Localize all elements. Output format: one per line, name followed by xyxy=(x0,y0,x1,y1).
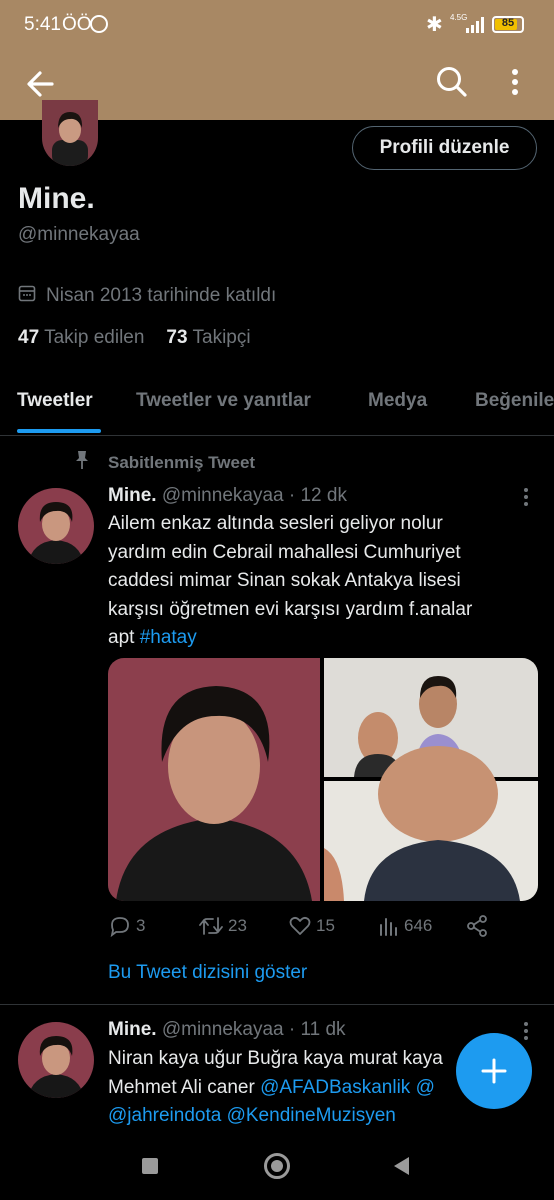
whatsapp-icon xyxy=(90,15,108,33)
tweet-divider xyxy=(0,1004,554,1005)
followers-label: Takipçi xyxy=(192,327,251,348)
retweet-icon xyxy=(199,917,223,935)
retweet-count: 23 xyxy=(228,916,247,935)
tweet-text-end: apt xyxy=(108,627,140,648)
mention-link[interactable]: @AFADBaskanlik @ xyxy=(260,1077,435,1098)
followers-link[interactable]: 73 Takipçi xyxy=(166,327,250,348)
reply-icon xyxy=(110,917,129,938)
tweet-author-avatar[interactable] xyxy=(18,1022,94,1098)
joined-date: Nisan 2013 tarihinde katıldı xyxy=(18,284,276,308)
tweet-text-line: Ailem enkaz altında sesleri geliyor nolu… xyxy=(108,513,443,534)
tweet-text-line: yardım edin Cebrail mahallesi Cumhuriyet xyxy=(108,541,461,563)
more-vertical-icon[interactable] xyxy=(500,62,530,102)
search-icon[interactable] xyxy=(432,62,472,102)
views-button[interactable]: 646 xyxy=(378,914,432,938)
like-count: 15 xyxy=(316,916,335,935)
tweet-text-part: Mehmet Ali caner xyxy=(108,1076,261,1098)
signal-icon xyxy=(466,17,486,33)
pinned-label-text: Sabitlenmiş Tweet xyxy=(108,452,256,472)
back-nav-icon[interactable] xyxy=(392,1156,410,1181)
retweet-button[interactable]: 23 xyxy=(198,914,247,938)
heart-icon xyxy=(289,916,311,935)
follow-stats: 47 Takip edilen 73 Takipçi xyxy=(18,327,251,349)
tweet-actions: 3 23 15 646 xyxy=(108,914,528,944)
recents-icon[interactable] xyxy=(142,1158,158,1174)
mention-link[interactable]: @jahreindota xyxy=(108,1105,221,1126)
share-icon xyxy=(467,915,487,937)
home-icon[interactable] xyxy=(264,1153,290,1179)
status-bar: 5:41 ÖÖ ✱ 4.5G 85 xyxy=(0,0,554,50)
following-label: Takip edilen xyxy=(44,327,145,348)
media-photo-1 xyxy=(108,658,320,901)
tweet-author-avatar[interactable] xyxy=(18,488,94,564)
tweet-author-name[interactable]: Mine. xyxy=(108,485,157,506)
tab-tweets-and-replies[interactable]: Tweetler ve yanıtlar xyxy=(136,390,311,412)
like-button[interactable]: 15 xyxy=(288,914,335,938)
tweet-time: · 12 dk xyxy=(288,485,347,506)
reply-button[interactable]: 3 xyxy=(108,914,145,938)
following-count: 47 xyxy=(18,327,40,348)
compose-tweet-button[interactable] xyxy=(456,1033,532,1109)
tweet-media-grid[interactable] xyxy=(108,658,538,901)
battery-icon: 85 xyxy=(492,16,524,33)
network-type: 4.5G xyxy=(450,13,468,22)
tweet-time: · 11 dk xyxy=(288,1019,346,1040)
profile-avatar[interactable] xyxy=(42,100,98,166)
mention-link[interactable]: @KendineMuzisyen xyxy=(227,1105,396,1126)
active-tab-indicator xyxy=(17,429,101,433)
system-nav-bar xyxy=(0,1136,554,1200)
tweet-author-handle: @minnekayaa xyxy=(161,1019,284,1040)
views-count: 646 xyxy=(404,916,433,935)
joined-text: Nisan 2013 tarihinde katıldı xyxy=(46,285,277,306)
following-link[interactable]: 47 Takip edilen xyxy=(18,327,144,348)
tweet-header: Mine. @minnekayaa · 11 dk xyxy=(108,1019,346,1041)
calendar-icon xyxy=(18,284,36,308)
edit-profile-button[interactable]: Profili düzenle xyxy=(352,126,537,170)
arrow-left-icon[interactable] xyxy=(22,64,62,104)
tab-likes[interactable]: Beğenile xyxy=(475,390,554,412)
tweet-more-icon[interactable] xyxy=(520,1021,532,1041)
hashtag-link[interactable]: #hatay xyxy=(140,627,197,648)
tweet-more-icon[interactable] xyxy=(520,487,532,507)
profile-handle: @minnekayaa xyxy=(18,224,140,245)
profile-name: Mine. xyxy=(18,182,95,215)
tweet-header: Mine. @minnekayaa · 12 dk xyxy=(108,485,347,507)
show-thread-link[interactable]: Bu Tweet dizisini göster xyxy=(108,962,307,984)
tweet-text-line: karşısı öğretmen evi karşısı yardım f.an… xyxy=(108,598,473,620)
bluetooth-icon: ✱ xyxy=(426,14,443,36)
pin-icon xyxy=(74,450,90,475)
tab-media[interactable]: Medya xyxy=(368,390,427,412)
tweet-author-handle: @minnekayaa xyxy=(161,485,284,506)
reply-count: 3 xyxy=(136,916,146,935)
battery-level: 85 xyxy=(501,17,515,29)
tab-tweets[interactable]: Tweetler xyxy=(17,390,93,412)
tweet-text-line: apt #hatay xyxy=(108,624,508,653)
notification-icons: ÖÖ xyxy=(62,14,92,35)
tweet-author-name[interactable]: Mine. xyxy=(108,1019,157,1040)
status-time: 5:41 xyxy=(24,14,61,35)
tweet-body: Ailem enkaz altında sesleri geliyor nolu… xyxy=(108,510,508,653)
views-icon xyxy=(380,918,397,936)
tweet-text-line: caddesi mimar Sinan sokak Antakya lisesi xyxy=(108,570,461,591)
plus-icon xyxy=(481,1058,507,1084)
profile-tabs: Tweetler Tweetler ve yanıtlar Medya Beğe… xyxy=(0,386,554,436)
share-button[interactable] xyxy=(466,914,488,938)
pinned-tweet-label: Sabitlenmiş Tweet xyxy=(74,450,255,475)
followers-count: 73 xyxy=(166,327,188,348)
